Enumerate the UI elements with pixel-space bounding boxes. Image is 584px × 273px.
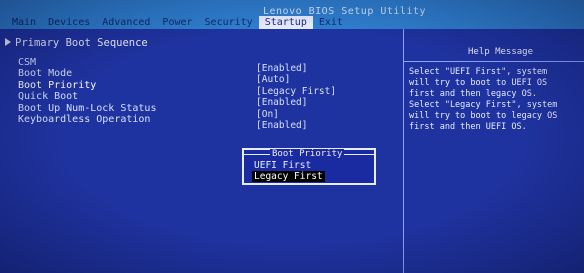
menu-devices[interactable]: Devices [42, 16, 96, 29]
setting-keyboardless-label[interactable]: Keyboardless Operation [18, 114, 150, 125]
setting-csm-value[interactable]: [Enabled] [256, 63, 307, 74]
setting-quick-boot-value[interactable]: [Enabled] [256, 97, 307, 108]
setting-numlock-value[interactable]: [On] [256, 109, 279, 120]
menu-bar: Main Devices Advanced Power Security Sta… [6, 16, 349, 29]
menu-main[interactable]: Main [6, 16, 42, 29]
help-panel: Help Message Select "UEFI First", system… [404, 29, 584, 273]
bios-screen: Lenovo BIOS Setup Utility Main Devices A… [0, 0, 584, 273]
menu-security[interactable]: Security [199, 16, 259, 29]
help-line: will try to boot to legacy OS [409, 111, 558, 121]
top-bar: Lenovo BIOS Setup Utility Main Devices A… [0, 0, 584, 29]
popup-title: Boot Priority [270, 149, 345, 159]
help-title: Help Message [468, 47, 534, 57]
menu-startup[interactable]: Startup [258, 16, 313, 29]
submenu-arrow-icon [5, 38, 11, 46]
boot-priority-popup: Boot Priority UEFI First Legacy First [242, 148, 376, 185]
setting-boot-mode-label[interactable]: Boot Mode [18, 68, 72, 79]
menu-power[interactable]: Power [156, 16, 198, 29]
setting-boot-priority-value[interactable]: [Legacy First] [256, 86, 336, 97]
help-line: first and then UEFI OS. [409, 122, 527, 132]
setting-numlock-label[interactable]: Boot Up Num-Lock Status [18, 103, 156, 114]
help-line: Select "Legacy First", system [409, 100, 558, 110]
popup-option-uefi-first[interactable]: UEFI First [252, 160, 313, 171]
setting-keyboardless-value[interactable]: [Enabled] [256, 120, 307, 131]
setting-csm-label[interactable]: CSM [18, 57, 36, 68]
menu-exit[interactable]: Exit [313, 16, 349, 29]
help-line: will try to boot to UEFI OS [409, 78, 548, 88]
help-text: Select "UEFI First", system will try to … [409, 67, 581, 133]
setting-boot-priority-label[interactable]: Boot Priority [18, 80, 96, 91]
popup-title-bar: Boot Priority [244, 149, 374, 160]
setting-boot-mode-value[interactable]: [Auto] [256, 74, 290, 85]
menu-advanced[interactable]: Advanced [96, 16, 156, 29]
setting-quick-boot-label[interactable]: Quick Boot [18, 91, 78, 102]
help-line: Select "UEFI First", system [409, 67, 548, 77]
section-title-label: Primary Boot Sequence [15, 37, 148, 49]
popup-option-legacy-first[interactable]: Legacy First [252, 171, 325, 182]
primary-boot-sequence-item[interactable]: Primary Boot Sequence [5, 37, 148, 49]
help-header: Help Message [404, 29, 584, 62]
help-line: first and then legacy OS. [409, 89, 537, 99]
